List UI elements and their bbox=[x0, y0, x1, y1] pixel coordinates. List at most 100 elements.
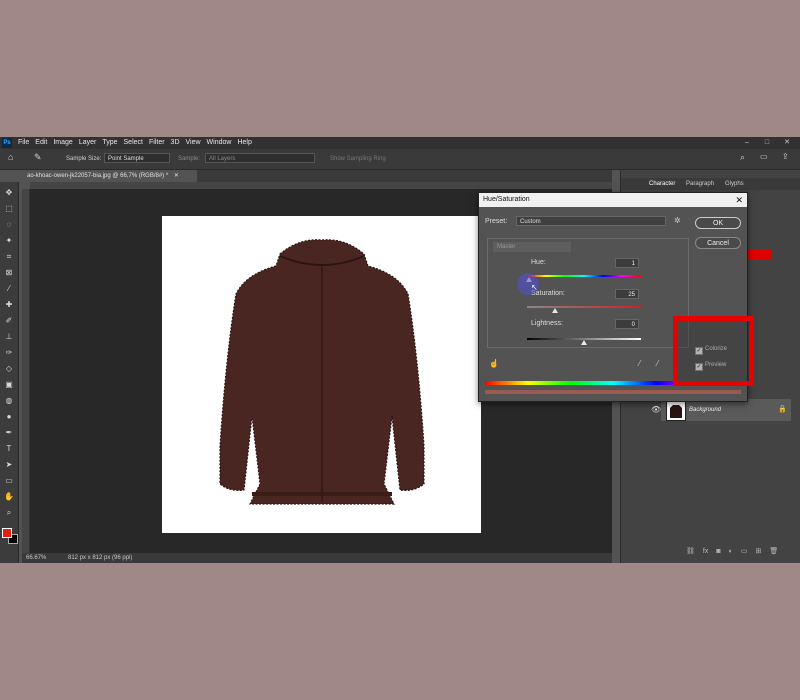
ok-button[interactable]: OK bbox=[695, 217, 741, 229]
highlight-annotation-box bbox=[673, 316, 754, 386]
cancel-button[interactable]: Cancel bbox=[695, 237, 741, 249]
output-spectrum-bar bbox=[485, 390, 741, 394]
link-layers-icon[interactable]: ⛓ bbox=[686, 547, 695, 555]
adjustment-layer-icon[interactable]: ◐ bbox=[729, 548, 733, 555]
menu-view[interactable]: View bbox=[186, 137, 201, 149]
photoshop-logo: Ps bbox=[2, 138, 12, 148]
delete-layer-icon[interactable]: 🗑 bbox=[769, 547, 778, 555]
lock-icon[interactable]: 🔒 bbox=[778, 399, 787, 421]
search-icon[interactable]: ⌕ bbox=[740, 152, 745, 162]
eraser-tool-icon[interactable]: ◇ bbox=[4, 364, 14, 374]
menu-bar: Ps File Edit Image Layer Type Select Fil… bbox=[0, 137, 800, 149]
close-icon[interactable]: ✕ bbox=[735, 193, 743, 207]
minimize-button[interactable]: – bbox=[738, 137, 756, 149]
history-brush-tool-icon[interactable]: ✑ bbox=[4, 348, 14, 358]
brush-tool-icon[interactable]: ✐ bbox=[4, 316, 14, 326]
stamp-tool-icon[interactable]: ⊥ bbox=[4, 332, 14, 342]
menu-layer[interactable]: Layer bbox=[79, 137, 97, 149]
eye-icon[interactable]: 👁 bbox=[651, 399, 661, 421]
layer-thumbnail bbox=[666, 401, 686, 421]
document-tab-title: ao-khoac-owen-jk22057-bia.jpg @ 66,7% (R… bbox=[27, 173, 169, 179]
channel-select[interactable]: Master bbox=[493, 242, 571, 252]
menu-help[interactable]: Help bbox=[237, 137, 251, 149]
crop-tool-icon[interactable]: ⌗ bbox=[4, 252, 14, 262]
marquee-tool-icon[interactable]: ⬚ bbox=[4, 204, 14, 214]
zoom-tool-icon[interactable]: ⌕ bbox=[4, 508, 14, 518]
saturation-input[interactable]: 25 bbox=[615, 289, 639, 299]
workspace-icon[interactable]: ▭ bbox=[760, 152, 768, 162]
dodge-tool-icon[interactable]: ● bbox=[4, 412, 14, 422]
gear-icon[interactable]: ✲ bbox=[674, 216, 681, 225]
menu-image[interactable]: Image bbox=[53, 137, 72, 149]
lightness-slider-thumb[interactable] bbox=[581, 340, 587, 345]
sample-label: Sample: bbox=[178, 156, 201, 162]
preset-select[interactable]: Custom bbox=[516, 216, 666, 226]
home-icon[interactable]: ⌂ bbox=[8, 152, 13, 162]
share-icon[interactable]: ⇪ bbox=[782, 152, 789, 162]
zoom-level[interactable]: 66.67% bbox=[26, 553, 46, 563]
eyedropper-icon[interactable]: ✎ bbox=[34, 152, 42, 162]
menu-file[interactable]: File bbox=[18, 137, 29, 149]
lightness-label: Lightness: bbox=[531, 320, 563, 327]
menu-select[interactable]: Select bbox=[124, 137, 143, 149]
blur-tool-icon[interactable]: ◍ bbox=[4, 396, 14, 406]
document-tab-bar: ao-khoac-owen-jk22057-bia.jpg @ 66,7% (R… bbox=[22, 170, 612, 182]
hand-tool-icon[interactable]: ✋ bbox=[4, 492, 14, 502]
hand-icon[interactable]: ☝ bbox=[489, 359, 499, 368]
document-dimensions: 812 px x 812 px (96 ppi) bbox=[68, 555, 133, 561]
hue-input[interactable]: 1 bbox=[615, 258, 639, 268]
group-icon[interactable]: ▭ bbox=[741, 547, 748, 555]
eyedropper-plus-icon[interactable]: ⁄ bbox=[657, 359, 658, 368]
menu-filter[interactable]: Filter bbox=[149, 137, 165, 149]
show-sampling-ring-checkbox[interactable]: Show Sampling Ring bbox=[330, 154, 386, 164]
tab-glyphs[interactable]: Glyphs bbox=[725, 178, 744, 190]
menu-window[interactable]: Window bbox=[207, 137, 232, 149]
healing-tool-icon[interactable]: ✚ bbox=[4, 300, 14, 310]
frame-tool-icon[interactable]: ⊠ bbox=[4, 268, 14, 278]
saturation-slider-thumb[interactable] bbox=[552, 308, 558, 313]
sample-select[interactable]: All Layers bbox=[205, 153, 315, 163]
gradient-tool-icon[interactable]: ▣ bbox=[4, 380, 14, 390]
move-tool-icon[interactable]: ✥ bbox=[4, 188, 14, 198]
preset-label: Preset: bbox=[485, 218, 508, 225]
hue-label: Hue: bbox=[531, 259, 546, 266]
lasso-tool-icon[interactable]: ◌ bbox=[4, 220, 14, 230]
new-layer-icon[interactable]: ⊞ bbox=[755, 547, 761, 555]
type-tool-icon[interactable]: T bbox=[4, 444, 14, 454]
quick-select-tool-icon[interactable]: ✦ bbox=[4, 236, 14, 246]
document-canvas[interactable] bbox=[162, 216, 481, 533]
adjustment-group bbox=[487, 238, 689, 348]
menu-type[interactable]: Type bbox=[102, 137, 117, 149]
layer-mask-icon[interactable]: ◙ bbox=[716, 548, 720, 555]
menu-3d[interactable]: 3D bbox=[171, 137, 180, 149]
tab-character[interactable]: Character bbox=[649, 178, 675, 190]
character-panel-tabs: Character Paragraph Glyphs bbox=[621, 178, 800, 190]
pen-tool-icon[interactable]: ✒ bbox=[4, 428, 14, 438]
maximize-button[interactable]: □ bbox=[758, 137, 776, 149]
eyedropper-tool-icon[interactable]: ⁄ bbox=[4, 284, 14, 294]
layer-name: Background bbox=[689, 407, 722, 413]
document-tab[interactable]: ao-khoac-owen-jk22057-bia.jpg @ 66,7% (R… bbox=[22, 170, 197, 182]
layer-background-row[interactable]: 👁 Background 🔒 bbox=[651, 399, 791, 421]
sample-size-label: Sample Size: bbox=[66, 156, 102, 162]
foreground-color-swatch[interactable] bbox=[2, 528, 12, 538]
eyedropper-icon[interactable]: ⁄ bbox=[639, 359, 640, 368]
fx-icon[interactable]: fx bbox=[703, 548, 708, 555]
options-bar: ⌂ ✎ Sample Size: Point Sample Sample: Al… bbox=[0, 149, 800, 170]
dialog-title: Hue/Saturation bbox=[483, 196, 530, 203]
vertical-ruler bbox=[22, 189, 30, 553]
shape-tool-icon[interactable]: ▭ bbox=[4, 476, 14, 486]
sample-size-select[interactable]: Point Sample bbox=[104, 153, 170, 163]
menu-edit[interactable]: Edit bbox=[35, 137, 47, 149]
tab-paragraph[interactable]: Paragraph bbox=[686, 178, 714, 190]
text-color-swatch[interactable] bbox=[747, 250, 771, 260]
dialog-title-bar: Hue/Saturation ✕ bbox=[479, 193, 747, 207]
cursor-icon: ↖ bbox=[531, 283, 538, 292]
path-select-tool-icon[interactable]: ➤ bbox=[4, 460, 14, 470]
hue-slider-track[interactable] bbox=[527, 275, 641, 277]
menu-list: File Edit Image Layer Type Select Filter… bbox=[18, 137, 252, 149]
close-tab-icon[interactable]: ✕ bbox=[174, 173, 179, 179]
saturation-slider-track[interactable] bbox=[527, 306, 641, 308]
close-window-button[interactable]: ✕ bbox=[778, 137, 796, 149]
lightness-input[interactable]: 0 bbox=[615, 319, 639, 329]
